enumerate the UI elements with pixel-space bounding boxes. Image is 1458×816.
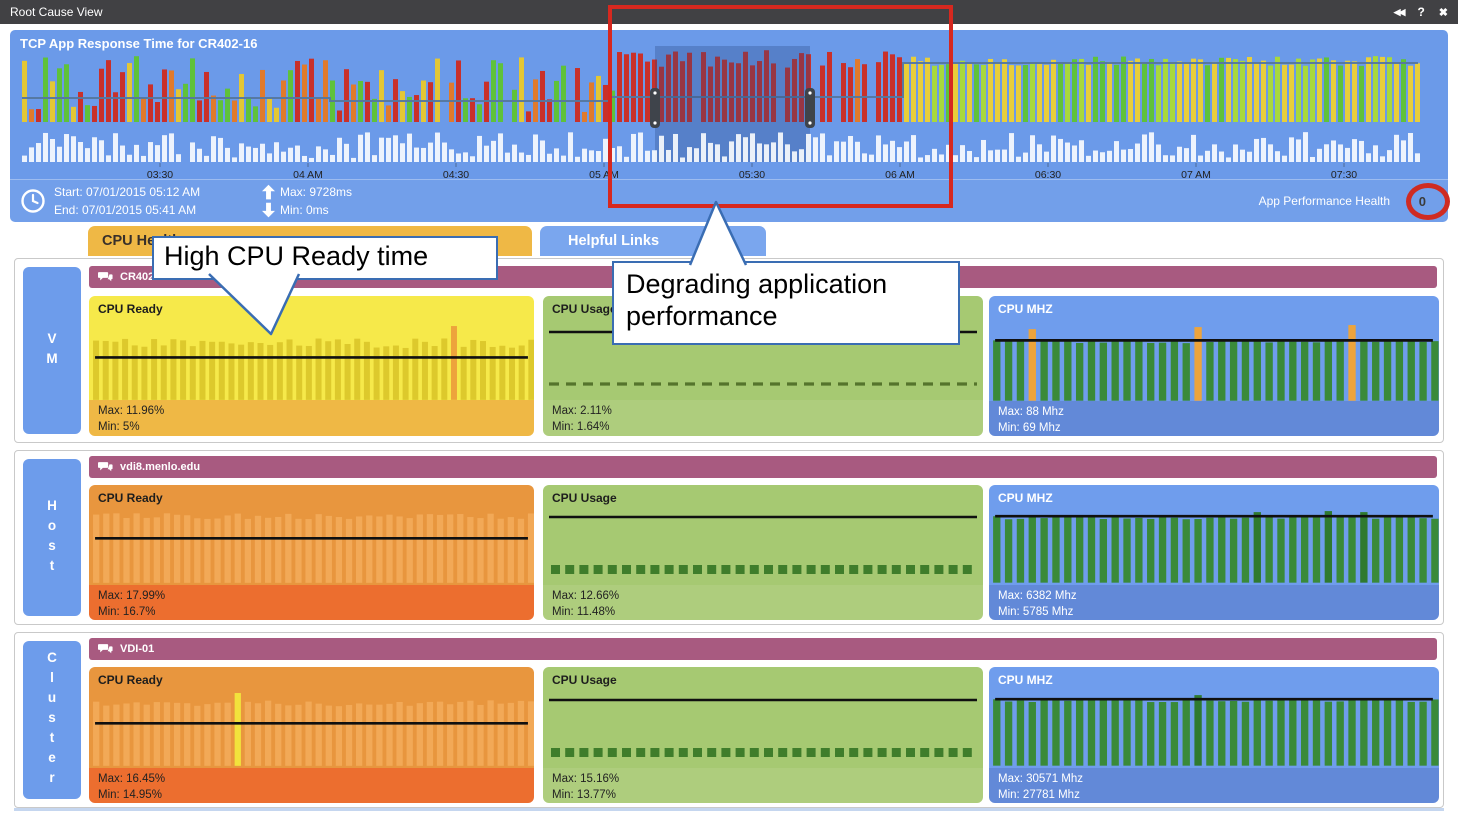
window-title: Root Cause View: [10, 5, 103, 19]
metric-title: CPU MHZ: [989, 485, 1439, 507]
metric-title: CPU MHZ: [989, 296, 1439, 323]
host-cpu-usage-card: CPU Usage Max: 12.66% Min: 11.48%: [543, 485, 983, 620]
metric-max: Max: 2.11%: [552, 403, 974, 419]
help-icon[interactable]: ?: [1417, 5, 1424, 19]
tab-helpful-links[interactable]: Helpful Links: [540, 226, 766, 256]
metric-title: CPU MHZ: [989, 667, 1439, 690]
metric-min: Min: 1.64%: [552, 419, 974, 435]
metric-title: CPU Ready: [89, 296, 534, 323]
min-arrow-icon: [262, 202, 275, 218]
tcp-chart-title: TCP App Response Time for CR402-16: [20, 36, 257, 51]
app-performance-health-value: 0: [1419, 180, 1426, 222]
host-cpu-ready-chart[interactable]: [89, 508, 534, 585]
vm-group-label: VM: [23, 267, 81, 434]
max-arrow-icon: [262, 184, 275, 200]
high-cpu-ready-callout: High CPU Ready time: [152, 236, 498, 280]
metric-min: Min: 27781 Mhz: [998, 787, 1430, 803]
close-icon[interactable]: ✖: [1439, 6, 1448, 19]
host-cpu-mhz-card: CPU MHZ Max: 6382 Mhz Min: 5785 Mhz: [989, 485, 1439, 620]
app-performance-health-label: App Performance Health: [1259, 180, 1390, 222]
metric-max: Max: 16.45%: [98, 771, 525, 787]
host-cpu-ready-card: CPU Ready Max: 17.99% Min: 16.7%: [89, 485, 534, 620]
window-titlebar: Root Cause View ◀◀ ? ✖: [0, 0, 1458, 24]
host-group-label: Host: [23, 459, 81, 616]
metric-title: CPU Ready: [89, 485, 534, 508]
metric-min: Min: 14.95%: [98, 787, 525, 803]
cluster-cpu-ready-card: CPU Ready Max: 16.45% Min: 14.95%: [89, 667, 534, 803]
cluster-entity-name: VDI-01: [120, 643, 154, 655]
metric-min: Min: 5785 Mhz: [998, 604, 1430, 620]
host-row: Host vdi8.menlo.edu CPU Ready Max: 17.99…: [14, 450, 1444, 625]
range-start-label: Start: 07/01/2015 05:12 AM: [54, 183, 200, 201]
chat-bubble-icon: [98, 461, 113, 473]
root-cause-view-window: Root Cause View ◀◀ ? ✖ TCP App Response …: [0, 0, 1458, 816]
vm-cpu-mhz-card: CPU MHZ Max: 88 Mhz Min: 69 Mhz: [989, 296, 1439, 436]
cluster-cpu-usage-chart[interactable]: [543, 692, 983, 768]
metric-min: Min: 5%: [98, 419, 525, 435]
metric-max: Max: 88 Mhz: [998, 404, 1430, 420]
metric-max: Max: 6382 Mhz: [998, 588, 1430, 604]
bottom-edge: [14, 808, 1444, 811]
cluster-entity-header[interactable]: VDI-01: [89, 638, 1437, 660]
metric-max: Max: 11.96%: [98, 403, 525, 419]
selection-handle[interactable]: [650, 88, 660, 128]
metric-max: Max: 30571 Mhz: [998, 771, 1430, 787]
cluster-cpu-ready-chart[interactable]: [89, 691, 534, 768]
metric-max: Max: 12.66%: [552, 588, 974, 604]
host-entity-header[interactable]: vdi8.menlo.edu: [89, 456, 1437, 478]
host-cpu-usage-chart[interactable]: [543, 509, 983, 585]
degrading-performance-callout: Degrading application performance: [612, 261, 960, 345]
chat-bubble-icon: [98, 271, 113, 283]
cluster-cpu-mhz-chart[interactable]: [989, 690, 1439, 768]
collapse-icon[interactable]: ◀◀: [1394, 7, 1404, 18]
metric-title: CPU Ready: [89, 667, 534, 691]
metric-title: CPU Usage: [543, 667, 983, 692]
cluster-row: Cluster VDI-01 CPU Ready Max: 16.45% Min…: [14, 632, 1444, 808]
host-entity-name: vdi8.menlo.edu: [120, 461, 200, 473]
chat-bubble-icon: [98, 643, 113, 655]
clock-icon: [20, 188, 46, 217]
metric-min: Min: 13.77%: [552, 787, 974, 803]
vm-cpu-ready-chart[interactable]: [89, 323, 534, 400]
selection-handle[interactable]: [805, 88, 815, 128]
cluster-cpu-mhz-card: CPU MHZ Max: 30571 Mhz Min: 27781 Mhz: [989, 667, 1439, 803]
host-cpu-mhz-chart[interactable]: [989, 507, 1439, 585]
metric-max: Max: 17.99%: [98, 588, 525, 604]
metric-min: Min: 11.48%: [552, 604, 974, 620]
vm-cpu-ready-card: CPU Ready Max: 11.96% Min: 5%: [89, 296, 534, 436]
metric-min: Min: 16.7%: [98, 604, 525, 620]
tcp-response-panel: TCP App Response Time for CR402-16 03:30…: [10, 30, 1448, 222]
metric-max: Max: 15.16%: [552, 771, 974, 787]
cluster-cpu-usage-card: CPU Usage Max: 15.16% Min: 13.77%: [543, 667, 983, 803]
response-max-label: Max: 9728ms: [280, 183, 352, 201]
response-min-label: Min: 0ms: [280, 201, 329, 219]
cluster-group-label: Cluster: [23, 641, 81, 799]
vm-cpu-mhz-chart[interactable]: [989, 323, 1439, 401]
metric-min: Min: 69 Mhz: [998, 420, 1430, 436]
range-end-label: End: 07/01/2015 05:41 AM: [54, 201, 200, 219]
metric-title: CPU Usage: [543, 485, 983, 509]
chart-infobar: Start: 07/01/2015 05:12 AM End: 07/01/20…: [10, 179, 1448, 222]
